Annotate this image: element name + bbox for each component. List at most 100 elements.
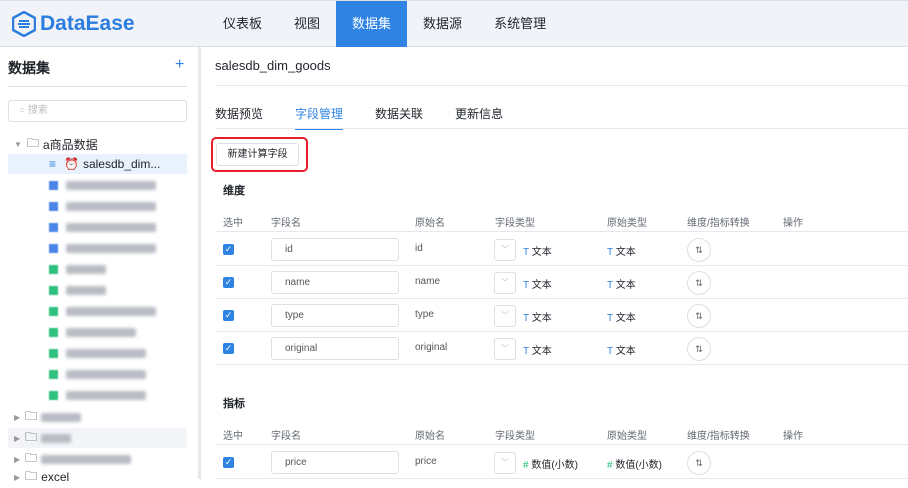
table-row: ✓ price price ﹀ # 数值(小数) # 数值(小数) ⇅ xyxy=(215,446,908,479)
tab-relations[interactable]: 数据关联 xyxy=(375,105,423,130)
field-type: T 文本 xyxy=(523,243,552,258)
folder-icon: 🗀 xyxy=(26,135,39,150)
convert-dimension-measure-button[interactable]: ⇅ xyxy=(687,451,711,475)
add-dataset-button[interactable]: + xyxy=(175,56,184,74)
field-name-input[interactable]: name xyxy=(271,271,399,294)
convert-dimension-measure-button[interactable]: ⇅ xyxy=(687,271,711,295)
nav-datasources[interactable]: 数据源 xyxy=(407,1,478,47)
field-name-input[interactable]: type xyxy=(271,304,399,327)
tab-fields[interactable]: 字段管理 xyxy=(295,105,344,130)
original-type-label: 文本 xyxy=(615,346,636,357)
select-checkbox[interactable]: ✓ xyxy=(223,277,234,288)
new-calc-field-button[interactable]: 新建计算字段 xyxy=(216,143,299,166)
number-type-icon: # xyxy=(523,460,529,471)
tree-item[interactable] xyxy=(8,301,187,321)
tab-preview[interactable]: 数据预览 xyxy=(215,105,263,130)
convert-dimension-measure-button[interactable]: ⇅ xyxy=(687,238,711,262)
field-type-select[interactable]: ﹀ xyxy=(494,272,516,294)
blurred-label xyxy=(66,327,136,337)
dimension-heading: 维度 xyxy=(223,185,245,197)
blurred-label xyxy=(66,222,156,232)
tree-folder-excel[interactable]: ▶ 🗀 excel xyxy=(8,467,187,487)
sidebar-title: 数据集 xyxy=(8,60,50,76)
field-type-select[interactable]: ﹀ xyxy=(494,305,516,327)
field-type-select[interactable]: ﹀ xyxy=(494,239,516,261)
select-checkbox[interactable]: ✓ xyxy=(223,457,234,468)
caret-down-icon: ▼ xyxy=(14,139,22,149)
dataset-icon xyxy=(49,348,58,358)
field-type-select[interactable]: ﹀ xyxy=(494,338,516,360)
original-type-label: 文本 xyxy=(615,247,636,258)
column-header: 维度/指标转换 xyxy=(687,218,750,229)
search-input[interactable]: ○ 搜索 xyxy=(8,100,187,122)
field-type-label: 文本 xyxy=(531,247,552,258)
caret-right-icon: ▶ xyxy=(14,472,21,482)
folder-label: excel xyxy=(41,470,70,484)
blurred-label xyxy=(41,412,82,422)
nav-datasets[interactable]: 数据集 xyxy=(336,1,408,47)
column-header: 原始类型 xyxy=(607,218,647,229)
select-checkbox[interactable]: ✓ xyxy=(223,343,234,354)
original-name: type xyxy=(415,309,434,320)
field-name-input[interactable]: price xyxy=(271,451,399,474)
dataset-icon xyxy=(49,369,58,379)
tree-item[interactable] xyxy=(8,259,187,279)
tree-item[interactable] xyxy=(8,217,187,237)
logo[interactable]: DataEase xyxy=(12,11,135,37)
column-header: 字段名 xyxy=(271,431,301,442)
tree-item[interactable] xyxy=(8,175,187,195)
tree-folder-a[interactable]: ▼ 🗀 a商品数据 xyxy=(8,134,187,154)
nav-dashboard[interactable]: 仪表板 xyxy=(207,1,278,47)
tree-item[interactable] xyxy=(8,322,187,342)
blurred-label xyxy=(66,180,156,190)
field-type: # 数值(小数) xyxy=(523,456,578,471)
tree-folder[interactable]: ▶ 🗀 xyxy=(8,407,187,427)
item-label: salesdb_dim... xyxy=(82,157,161,171)
dataset-icon xyxy=(49,264,58,274)
blurred-label xyxy=(41,433,72,443)
tabs: 数据预览 字段管理 数据关联 更新信息 xyxy=(215,105,535,130)
folder-icon: 🗀 xyxy=(25,429,38,444)
original-name: name xyxy=(415,276,441,287)
search-placeholder: 搜索 xyxy=(27,105,48,116)
tab-update-info[interactable]: 更新信息 xyxy=(455,105,503,130)
tree-item[interactable] xyxy=(8,364,187,384)
field-type-select[interactable]: ﹀ xyxy=(494,452,516,474)
field-type-label: 文本 xyxy=(531,313,552,324)
nav-system[interactable]: 系统管理 xyxy=(478,1,562,47)
original-type: T 文本 xyxy=(607,309,636,324)
tree-item[interactable] xyxy=(8,343,187,363)
column-header: 原始类型 xyxy=(607,431,647,442)
tree-item[interactable] xyxy=(8,238,187,258)
column-header: 选中 xyxy=(223,218,243,229)
tree-item[interactable] xyxy=(8,196,187,216)
field-type: T 文本 xyxy=(523,342,552,357)
database-icon: ≡ xyxy=(49,157,57,171)
tree-item[interactable] xyxy=(8,280,187,300)
column-header: 操作 xyxy=(783,218,803,229)
blurred-label xyxy=(66,369,146,379)
folder-icon: 🗀 xyxy=(25,468,38,483)
field-name-input[interactable]: original xyxy=(271,337,399,360)
field-name-input[interactable]: id xyxy=(271,238,399,261)
search-icon: ○ xyxy=(19,105,26,116)
field-type-label: 文本 xyxy=(531,280,552,291)
blurred-label xyxy=(66,285,106,295)
nav-views[interactable]: 视图 xyxy=(278,1,336,47)
caret-right-icon: ▶ xyxy=(14,433,21,443)
dataset-icon xyxy=(49,390,58,400)
original-type-label: 文本 xyxy=(615,313,636,324)
convert-dimension-measure-button[interactable]: ⇅ xyxy=(687,337,711,361)
select-checkbox[interactable]: ✓ xyxy=(223,310,234,321)
tree-item[interactable] xyxy=(8,385,187,405)
select-checkbox[interactable]: ✓ xyxy=(223,244,234,255)
blurred-label xyxy=(66,306,156,316)
column-header: 字段类型 xyxy=(495,431,535,442)
column-header: 选中 xyxy=(223,431,243,442)
original-type: # 数值(小数) xyxy=(607,456,662,471)
convert-dimension-measure-button[interactable]: ⇅ xyxy=(687,304,711,328)
tree-item-selected[interactable]: ≡ ⏰ salesdb_dim... xyxy=(8,154,187,174)
table-header: 选中 字段名 原始名 字段类型 原始类型 维度/指标转换 操作 xyxy=(215,202,908,232)
tree-folder[interactable]: ▶ 🗀 xyxy=(8,428,187,448)
dataset-icon xyxy=(49,222,58,232)
